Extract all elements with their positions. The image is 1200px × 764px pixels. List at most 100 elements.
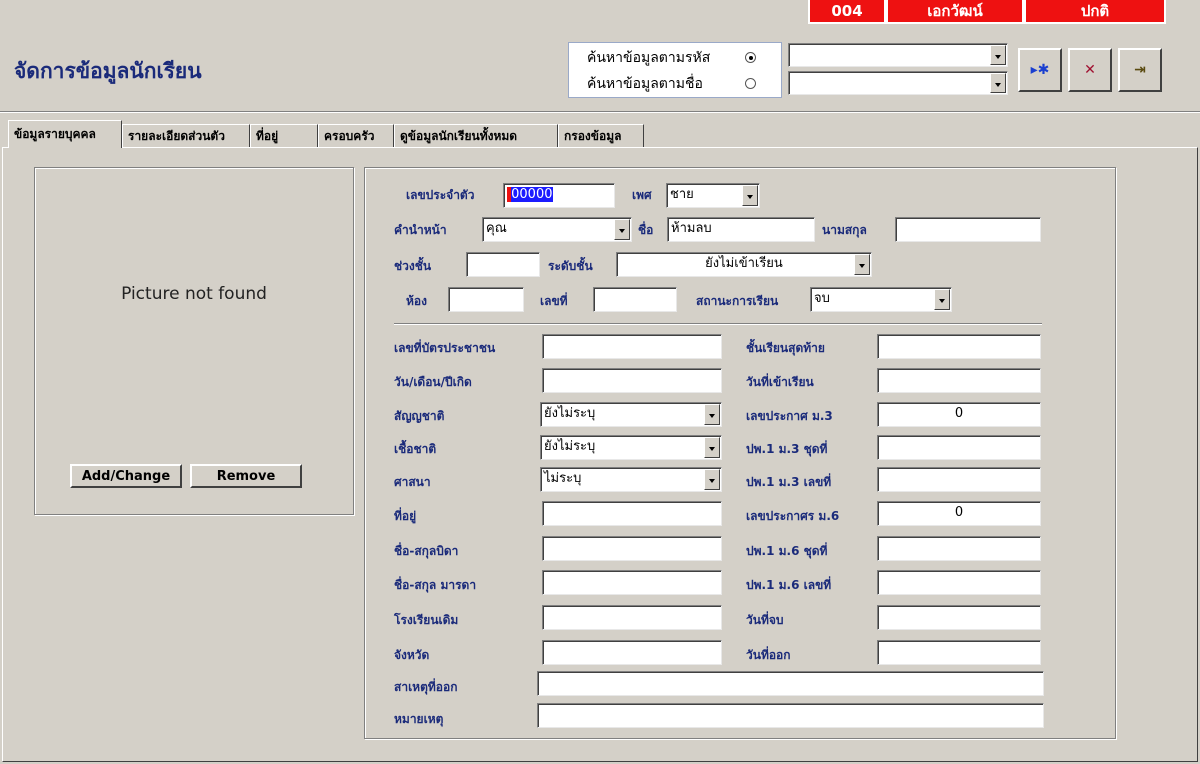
number-input[interactable] — [593, 287, 677, 312]
pp1-m3-no-label: ปพ.1 ม.3 เลขที่ — [746, 475, 832, 489]
gender-label: เพศ — [632, 188, 652, 202]
lastname-input[interactable] — [895, 217, 1041, 242]
grade-range-label: ช่วงชั้น — [394, 259, 432, 273]
remark-label: หมายเหตุ — [394, 712, 444, 726]
pp1-m3-set-label: ปพ.1 ม.3 ชุดที่ — [746, 442, 828, 456]
m6-cert-label: เลขประกาศร ม.6 — [746, 509, 840, 523]
search-code-combo[interactable] — [788, 43, 1008, 67]
birthdate-input[interactable] — [542, 368, 722, 393]
cancel-icon: ✕ — [1084, 62, 1096, 78]
leave-date-input[interactable] — [877, 640, 1041, 665]
pp1-m3-set-input[interactable] — [877, 435, 1041, 460]
add-change-picture-button[interactable]: Add/Change — [70, 464, 182, 488]
exit-door-icon: ⇥ — [1134, 62, 1146, 78]
gender-select[interactable]: ชาย — [666, 183, 760, 208]
address-label: ที่อยู่ — [394, 509, 417, 523]
chevron-down-icon[interactable] — [854, 254, 870, 275]
m3-cert-label: เลขประกาศ ม.3 — [746, 409, 833, 423]
chevron-down-icon[interactable] — [934, 289, 950, 310]
chevron-down-icon[interactable] — [614, 219, 630, 240]
tab-filter[interactable]: กรองข้อมูล — [558, 124, 644, 148]
search-name-combo[interactable] — [788, 71, 1008, 95]
chevron-down-icon[interactable] — [990, 45, 1006, 65]
grad-date-label: วันที่จบ — [746, 613, 784, 627]
grad-date-input[interactable] — [877, 605, 1041, 630]
chevron-down-icon[interactable] — [742, 185, 758, 206]
pp1-m6-no-label: ปพ.1 ม.6 เลขที่ — [746, 578, 832, 592]
leave-reason-input[interactable] — [537, 671, 1044, 696]
nationality-select[interactable]: ยังไม่ระบุ — [540, 402, 722, 427]
grade-level-select[interactable]: ยังไม่เข้าเรียน — [616, 252, 872, 277]
form-divider — [394, 323, 1042, 325]
number-label: เลขที่ — [540, 294, 568, 308]
m3-cert-input[interactable]: 0 — [877, 402, 1041, 427]
enroll-date-input[interactable] — [877, 368, 1041, 393]
chevron-down-icon[interactable] — [704, 404, 720, 425]
page-title: จัดการข้อมูลนักเรียน — [14, 59, 202, 83]
search-by-name-label: ค้นหาข้อมูลตามชื่อ — [587, 76, 703, 92]
leave-reason-label: สาเหตุที่ออก — [394, 680, 458, 694]
find-button[interactable]: ▸✱ — [1018, 48, 1062, 92]
search-panel: ค้นหาข้อมูลตามรหัส ค้นหาข้อมูลตามชื่อ — [568, 42, 782, 98]
remove-picture-button[interactable]: Remove — [190, 464, 302, 488]
search-by-name-radio[interactable] — [745, 78, 756, 89]
search-by-code-label: ค้นหาข้อมูลตามรหัส — [587, 50, 711, 66]
last-grade-label: ชั้นเรียนสุดท้าย — [746, 341, 825, 355]
province-input[interactable] — [542, 640, 722, 665]
picture-frame — [34, 167, 354, 515]
exit-button[interactable]: ⇥ — [1118, 48, 1162, 92]
user-status: ปกติ — [1024, 0, 1166, 24]
picture-placeholder: Picture not found — [121, 284, 267, 304]
lastname-label: นามสกุล — [822, 223, 867, 237]
firstname-input[interactable]: ห้ามลบ — [667, 217, 815, 242]
pp1-m6-set-input[interactable] — [877, 536, 1041, 561]
tab-personal-details[interactable]: รายละเอียดส่วนตัว — [122, 124, 250, 148]
father-name-input[interactable] — [542, 536, 722, 561]
old-school-input[interactable] — [542, 605, 722, 630]
chevron-down-icon[interactable] — [704, 437, 720, 458]
cancel-button[interactable]: ✕ — [1068, 48, 1112, 92]
tab-all-students[interactable]: ดูข้อมูลนักเรียนทั้งหมด — [394, 124, 558, 148]
id-card-input[interactable] — [542, 334, 722, 359]
address-input[interactable] — [542, 501, 722, 526]
last-grade-input[interactable] — [877, 334, 1041, 359]
pp1-m6-no-input[interactable] — [877, 570, 1041, 595]
tab-address[interactable]: ที่อยู่ — [250, 124, 318, 148]
mother-name-input[interactable] — [542, 570, 722, 595]
father-name-label: ชื่อ-สกุลบิดา — [394, 544, 459, 558]
user-code: 004 — [808, 0, 886, 24]
tab-family[interactable]: ครอบครัว — [318, 124, 394, 148]
chevron-down-icon[interactable] — [704, 469, 720, 490]
pp1-m3-no-input[interactable] — [877, 467, 1041, 492]
race-select[interactable]: ยังไม่ระบุ — [540, 435, 722, 460]
room-label: ห้อง — [406, 294, 427, 308]
room-input[interactable] — [448, 287, 524, 312]
grade-range-input[interactable] — [466, 252, 540, 277]
id-card-label: เลขที่บัตรประชาชน — [394, 341, 496, 355]
remark-input[interactable] — [537, 703, 1044, 728]
study-status-label: สถานะการเรียน — [696, 294, 779, 308]
student-id-input[interactable]: 00000 — [503, 183, 615, 208]
province-label: จังหวัด — [394, 648, 430, 662]
header-divider — [0, 111, 1200, 113]
find-icon: ▸✱ — [1030, 62, 1050, 78]
religion-select[interactable]: ไม่ระบุ — [540, 467, 722, 492]
student-id-label: เลขประจำตัว — [406, 188, 475, 202]
search-by-code-radio[interactable] — [745, 52, 756, 63]
enroll-date-label: วันที่เข้าเรียน — [746, 375, 814, 389]
firstname-label: ชื่อ — [638, 223, 654, 237]
tab-personal-record[interactable]: ข้อมูลรายบุคคล — [8, 120, 122, 148]
birthdate-label: วัน/เดือน/ปีเกิด — [394, 375, 472, 389]
user-name: เอกวัฒน์ — [886, 0, 1024, 24]
m6-cert-input[interactable]: 0 — [877, 501, 1041, 526]
study-status-select[interactable]: จบ — [810, 287, 952, 312]
old-school-label: โรงเรียนเดิม — [394, 613, 459, 627]
prefix-select[interactable]: คุณ — [482, 217, 632, 242]
race-label: เชื้อชาติ — [394, 442, 437, 456]
mother-name-label: ชื่อ-สกุล มารดา — [394, 578, 477, 592]
religion-label: ศาสนา — [394, 475, 431, 489]
prefix-label: คำนำหน้า — [394, 223, 447, 237]
pp1-m6-set-label: ปพ.1 ม.6 ชุดที่ — [746, 544, 828, 558]
chevron-down-icon[interactable] — [990, 73, 1006, 93]
grade-level-label: ระดับชั้น — [548, 259, 593, 273]
